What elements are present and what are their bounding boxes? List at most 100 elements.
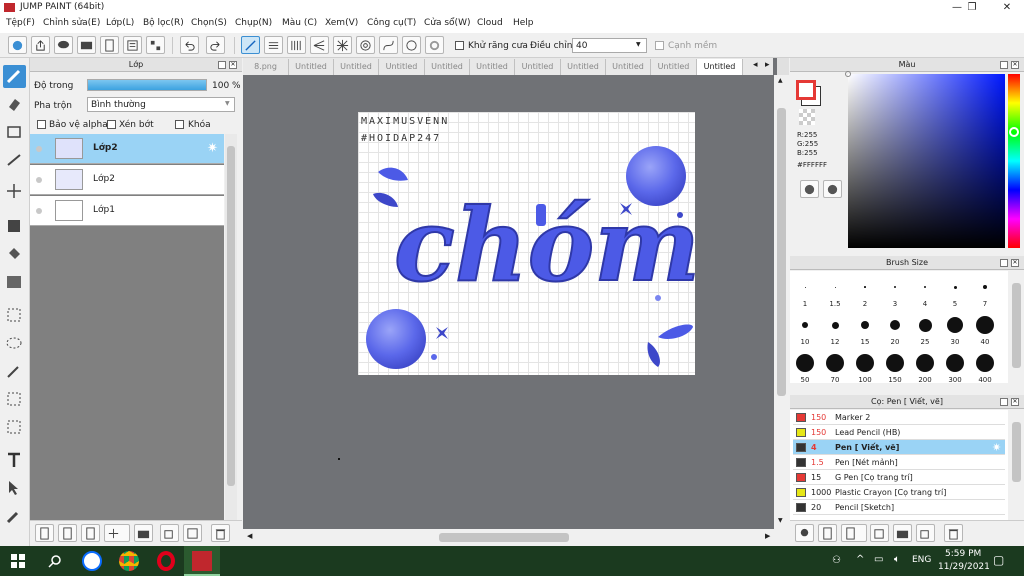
cloud-sync-button[interactable] [8, 36, 27, 54]
brush-size-dot[interactable] [804, 286, 806, 288]
jumppaint-taskbar-icon[interactable] [184, 546, 220, 576]
list-button[interactable] [123, 36, 142, 54]
drawing-canvas[interactable]: MAXIMUSVENN #HOIDAP247 chóm [358, 112, 695, 375]
layer-scrollbar[interactable] [225, 134, 237, 526]
maximize-button[interactable]: ❐ [955, 0, 989, 16]
brush-item[interactable]: 1.5 Pen [Nét mảnh] [793, 455, 1005, 470]
brush-list-scrollbar[interactable] [1009, 410, 1024, 520]
panel-close-icon[interactable]: ✕ [229, 61, 237, 69]
opacity-slider[interactable] [87, 79, 207, 91]
snap-grid-button[interactable] [287, 36, 306, 54]
brush-size-dot[interactable] [802, 322, 808, 328]
scrollbar-thumb[interactable] [1012, 422, 1021, 482]
brush-duplicate-button[interactable] [916, 524, 935, 542]
brush-size-dot[interactable] [886, 354, 904, 372]
panel-float-icon[interactable] [1000, 398, 1008, 406]
brush-add-menu-button[interactable] [841, 524, 867, 542]
brush-size-dot[interactable] [894, 286, 896, 288]
blend-mode-select[interactable]: Bình thường ▼ [87, 97, 235, 112]
tab-document[interactable]: Untitled [651, 59, 697, 75]
search-button[interactable] [37, 546, 73, 576]
delete-layer-button[interactable] [211, 524, 230, 542]
clock-date[interactable]: 11/29/2021 [938, 562, 990, 572]
brush-size-dot[interactable] [916, 354, 934, 372]
panel-close-icon[interactable]: ✕ [1011, 398, 1019, 406]
new-layer-1bit-button[interactable] [81, 524, 100, 542]
share-button[interactable] [31, 36, 50, 54]
brush-size-dot[interactable] [976, 354, 994, 372]
brush-copy-button[interactable] [870, 524, 889, 542]
grid-layout-button[interactable] [146, 36, 165, 54]
note-button[interactable] [77, 36, 96, 54]
brush-size-scrollbar[interactable] [1009, 271, 1024, 383]
rectangle-tool[interactable] [3, 121, 26, 144]
panel-close-icon[interactable]: ✕ [1011, 61, 1019, 69]
start-button[interactable] [0, 546, 36, 576]
line-tool[interactable] [3, 149, 26, 172]
menu-color[interactable]: Màu (C) [282, 18, 317, 28]
menu-cloud[interactable]: Cloud [477, 18, 503, 28]
comment-button[interactable] [54, 36, 73, 54]
menu-select[interactable]: Chọn(S) [191, 18, 227, 28]
visibility-icon[interactable] [36, 146, 42, 152]
chrome-taskbar-icon[interactable] [111, 546, 147, 576]
add-menu-button[interactable] [104, 524, 130, 542]
menu-capture[interactable]: Chụp(N) [235, 18, 272, 28]
notification-icon[interactable]: ▢ [993, 553, 1004, 567]
snap-ellipse-button[interactable] [402, 36, 421, 54]
picker-handle[interactable] [845, 71, 851, 77]
folder-button[interactable] [134, 524, 153, 542]
eyedropper-tool[interactable] [3, 505, 26, 528]
eraser-tool[interactable] [3, 93, 26, 116]
new-brush-button[interactable] [818, 524, 837, 542]
select-eraser-tool[interactable] [3, 416, 26, 439]
move-tool[interactable] [3, 180, 26, 203]
tab-document[interactable]: 8.png [243, 59, 289, 75]
scrollbar-thumb[interactable] [227, 146, 235, 486]
bucket-tool[interactable] [3, 243, 26, 266]
brush-size-dot[interactable] [976, 316, 994, 334]
battery-icon[interactable]: ▭ [874, 554, 883, 565]
menu-layer[interactable]: Lớp(L) [106, 18, 134, 28]
saturation-value-picker[interactable] [845, 71, 1005, 248]
brush-item[interactable]: 150 Lead Pencil (HB) [793, 425, 1005, 440]
snap-curve-button[interactable] [379, 36, 398, 54]
brush-folder-button[interactable] [893, 524, 912, 542]
panel-float-icon[interactable] [218, 61, 226, 69]
snap-perspective-button[interactable] [310, 36, 329, 54]
operation-tool[interactable] [3, 477, 26, 500]
brush-size-dot[interactable] [918, 318, 932, 332]
opera-taskbar-icon[interactable] [148, 546, 184, 576]
scrollbar-thumb[interactable] [1012, 283, 1021, 368]
brush-size-dot[interactable] [946, 354, 964, 372]
scroll-up-icon[interactable]: ▲ [778, 77, 783, 84]
brush-size-dot[interactable] [923, 285, 927, 289]
select-pen-tool[interactable] [3, 388, 26, 411]
snap-settings-button[interactable] [425, 36, 444, 54]
menu-filter[interactable]: Bộ lọc(R) [143, 18, 184, 28]
snap-parallel-button[interactable] [264, 36, 283, 54]
brush-size-dot[interactable] [947, 317, 963, 333]
brush-size-dot[interactable] [856, 354, 874, 372]
tab-document[interactable]: Untitled [379, 59, 425, 75]
lock-checkbox[interactable] [175, 120, 184, 129]
scrollbar-thumb[interactable] [439, 533, 569, 542]
undo-button[interactable] [180, 36, 199, 54]
visibility-icon[interactable] [36, 177, 42, 183]
layer-row[interactable]: Lớp2 ✷ [30, 134, 224, 164]
panel-float-icon[interactable] [1000, 259, 1008, 267]
tab-document[interactable]: Untitled [515, 59, 561, 75]
clip-checkbox[interactable] [107, 120, 116, 129]
brush-item[interactable]: 1000 Plastic Crayon [Cọ trang trí] [793, 485, 1005, 500]
scroll-down-icon[interactable]: ▼ [778, 517, 783, 524]
text-tool[interactable] [3, 449, 26, 472]
brush-cloud-button[interactable] [795, 524, 814, 542]
hue-slider[interactable] [1008, 74, 1020, 248]
brush-size-dot[interactable] [831, 321, 839, 329]
color-palette-button[interactable] [800, 180, 819, 198]
no-snap-button[interactable] [241, 36, 260, 54]
gear-icon[interactable]: ✷ [992, 440, 1001, 455]
clock-time[interactable]: 5:59 PM [945, 549, 981, 559]
panel-float-icon[interactable] [1000, 61, 1008, 69]
tab-arrow-icon[interactable]: ◂ [753, 60, 758, 70]
